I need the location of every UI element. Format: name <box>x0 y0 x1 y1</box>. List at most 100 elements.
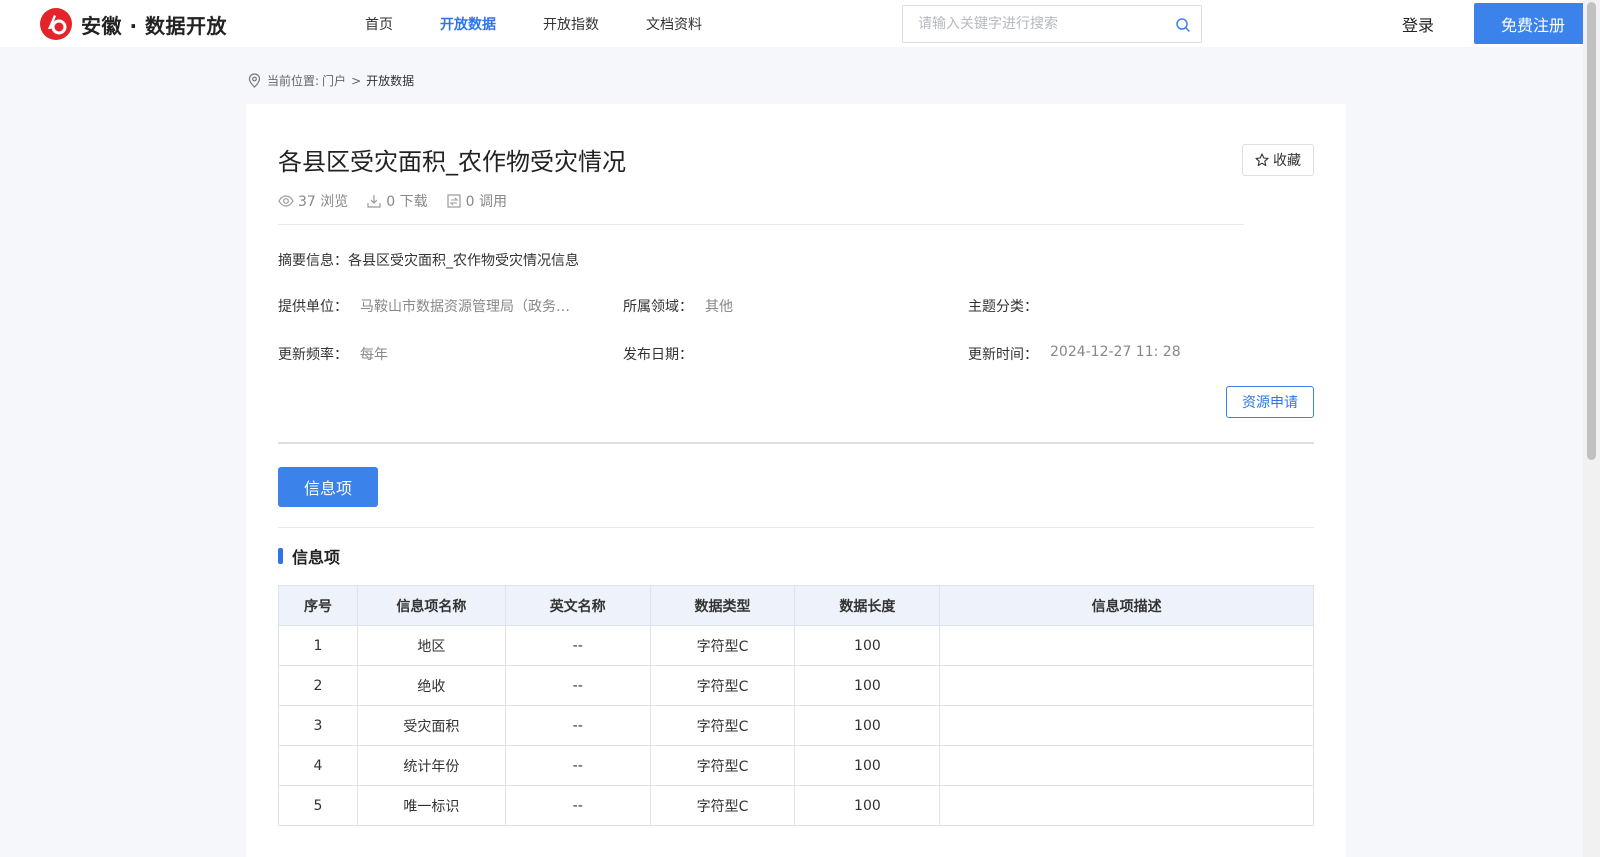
breadcrumb-current[interactable]: 开放数据 <box>366 72 414 89</box>
cell-english-name: -- <box>504 785 651 826</box>
eye-icon <box>278 195 294 207</box>
cell-name: 统计年份 <box>356 745 506 786</box>
top-header: 安徽 · 数据开放 首页 开放数据 开放指数 文档资料 登录 免费注册 <box>0 0 1592 47</box>
breadcrumb: 当前位置: 门户 > 开放数据 <box>248 72 414 89</box>
publish-date-label: 发布日期： <box>623 347 693 363</box>
summary-text: 摘要信息：各县区受灾面积_农作物受灾情况信息 <box>278 253 579 269</box>
provider-field: 提供单位： 马鞍山市数据资源管理局（政务服务管理局） <box>278 296 623 316</box>
site-logo[interactable]: 安徽 · 数据开放 <box>39 7 227 41</box>
location-pin-icon <box>248 73 261 88</box>
download-icon <box>367 195 381 208</box>
cell-name: 绝收 <box>356 665 506 706</box>
tab-info-items[interactable]: 信息项 <box>278 467 378 507</box>
downloads-stat: 0 下载 <box>366 191 428 211</box>
info-items-table: 序号 信息项名称 英文名称 数据类型 数据长度 信息项描述 1 地区 -- 字符… <box>278 585 1314 826</box>
calls-count: 0 调用 <box>465 194 507 210</box>
cell-description <box>939 625 1314 666</box>
col-header-data-type: 数据类型 <box>649 585 796 626</box>
table-row: 3 受灾面积 -- 字符型C 100 <box>278 705 1314 746</box>
cell-index: 1 <box>278 625 358 666</box>
register-button[interactable]: 免费注册 <box>1474 3 1592 44</box>
breadcrumb-separator: > <box>351 73 362 88</box>
cell-data-length: 100 <box>794 705 941 746</box>
meta-row-2: 更新频率： 每年 发布日期： 更新时间： 2024-12-27 11: 28 <box>278 344 1314 364</box>
cell-name: 受灾面积 <box>356 705 506 746</box>
nav-item-open-index[interactable]: 开放指数 <box>543 0 599 47</box>
scrollbar-thumb[interactable] <box>1587 2 1596 460</box>
views-stat: 37 浏览 <box>278 191 348 211</box>
cell-english-name: -- <box>504 625 651 666</box>
cell-description <box>939 785 1314 826</box>
frequency-label: 更新频率： <box>278 347 348 363</box>
star-icon <box>1255 153 1269 167</box>
col-header-data-length: 数据长度 <box>794 585 941 626</box>
cell-description <box>939 705 1314 746</box>
cell-english-name: -- <box>504 665 651 706</box>
domain-field: 所属领域： 其他 <box>623 296 968 316</box>
cell-english-name: -- <box>504 745 651 786</box>
cell-data-type: 字符型C <box>649 705 796 746</box>
col-header-name: 信息项名称 <box>356 585 506 626</box>
publish-date-field: 发布日期： <box>623 344 968 364</box>
calls-stat: 0 调用 <box>446 191 507 211</box>
col-header-english-name: 英文名称 <box>504 585 651 626</box>
cell-data-type: 字符型C <box>649 625 796 666</box>
page-title: 各县区受灾面积_农作物受灾情况 <box>278 148 626 176</box>
nav-item-open-data[interactable]: 开放数据 <box>440 0 496 47</box>
table-row: 5 唯一标识 -- 字符型C 100 <box>278 785 1314 826</box>
cell-english-name: -- <box>504 705 651 746</box>
frequency-value: 每年 <box>360 347 388 363</box>
favorite-label: 收藏 <box>1273 153 1301 169</box>
nav-item-home[interactable]: 首页 <box>365 0 393 47</box>
main-nav: 首页 开放数据 开放指数 文档资料 <box>365 0 749 47</box>
cell-index: 5 <box>278 785 358 826</box>
content-divider <box>278 442 1314 444</box>
cell-data-type: 字符型C <box>649 745 796 786</box>
col-header-index: 序号 <box>278 585 358 626</box>
cell-data-length: 100 <box>794 665 941 706</box>
section-title: 信息项 <box>278 544 340 568</box>
views-count: 37 浏览 <box>298 194 349 210</box>
tab-divider <box>278 527 1314 528</box>
domain-label: 所属领域： <box>623 299 693 315</box>
meta-row-1: 提供单位： 马鞍山市数据资源管理局（政务服务管理局） 所属领域： 其他 主题分类… <box>278 296 1314 316</box>
col-header-description: 信息项描述 <box>939 585 1314 626</box>
topic-label: 主题分类： <box>968 299 1038 315</box>
cell-data-type: 字符型C <box>649 665 796 706</box>
breadcrumb-home[interactable]: 门户 <box>322 72 346 89</box>
cell-data-length: 100 <box>794 785 941 826</box>
provider-value: 马鞍山市数据资源管理局（政务服务管理局） <box>360 299 575 315</box>
login-link[interactable]: 登录 <box>1402 12 1434 36</box>
page-scrollbar[interactable] <box>1583 0 1600 857</box>
cell-description <box>939 665 1314 706</box>
cell-description <box>939 745 1314 786</box>
table-row: 2 绝收 -- 字符型C 100 <box>278 665 1314 706</box>
nav-item-documents[interactable]: 文档资料 <box>646 0 702 47</box>
api-call-icon <box>447 194 461 208</box>
header-divider <box>278 224 1244 225</box>
provider-label: 提供单位： <box>278 299 348 315</box>
domain-value: 其他 <box>705 299 733 315</box>
search-input[interactable] <box>903 6 1163 42</box>
logo-text: 安徽 · 数据开放 <box>81 13 228 38</box>
frequency-field: 更新频率： 每年 <box>278 344 623 364</box>
search-icon[interactable] <box>1175 17 1191 33</box>
cell-data-length: 100 <box>794 745 941 786</box>
downloads-count: 0 下载 <box>386 194 428 210</box>
updated-time-field: 更新时间： 2024-12-27 11: 28 <box>968 344 1313 364</box>
cell-index: 3 <box>278 705 358 746</box>
section-title-text: 信息项 <box>292 548 341 567</box>
section-accent-bar <box>278 548 283 564</box>
table-row: 4 统计年份 -- 字符型C 100 <box>278 745 1314 786</box>
table-row: 1 地区 -- 字符型C 100 <box>278 625 1314 666</box>
updated-time-value: 2024-12-27 11: 28 <box>1050 344 1181 360</box>
cell-name: 地区 <box>356 625 506 666</box>
resource-apply-button[interactable]: 资源申请 <box>1226 386 1314 418</box>
cell-index: 4 <box>278 745 358 786</box>
table-header-row: 序号 信息项名称 英文名称 数据类型 数据长度 信息项描述 <box>278 585 1314 626</box>
cell-index: 2 <box>278 665 358 706</box>
topic-field: 主题分类： <box>968 296 1313 316</box>
favorite-button[interactable]: 收藏 <box>1242 144 1314 176</box>
dataset-detail-card: 各县区受灾面积_农作物受灾情况 收藏 37 浏览 0 下载 0 调用 摘要信息：… <box>246 104 1346 857</box>
search-box <box>902 5 1202 43</box>
